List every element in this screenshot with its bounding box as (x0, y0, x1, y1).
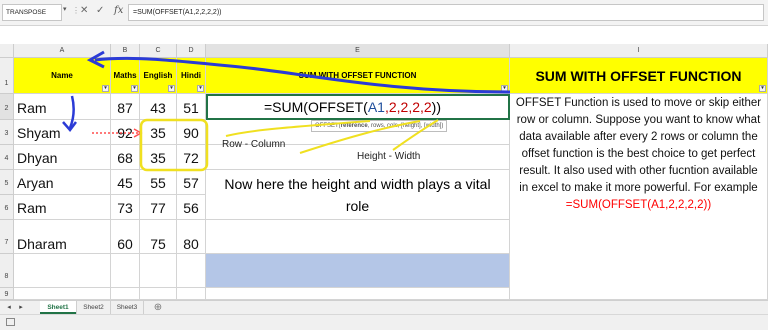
blue-arrow-line (94, 56, 511, 94)
yellow-highlight-box (139, 118, 209, 172)
blue-arrow-down (68, 95, 75, 129)
macro-record-icon[interactable] (6, 318, 15, 326)
tab-sheet3[interactable]: Sheet3 (110, 301, 144, 314)
tab-scroll-right-icon[interactable]: ▸ (16, 301, 26, 314)
add-sheet-icon[interactable]: ⊕ (152, 301, 164, 314)
sheet-tabs-bar: ◂ ▸ Sheet1 Sheet2 Sheet3 ⊕ (0, 300, 768, 314)
tab-sheet1[interactable]: Sheet1 (40, 301, 76, 314)
annotation-overlay (62, 50, 511, 172)
tab-sheet2[interactable]: Sheet2 (76, 301, 110, 314)
tab-scroll-left-icon[interactable]: ◂ (4, 301, 14, 314)
yellow-stroke-1 (225, 120, 371, 137)
status-bar (0, 314, 768, 330)
